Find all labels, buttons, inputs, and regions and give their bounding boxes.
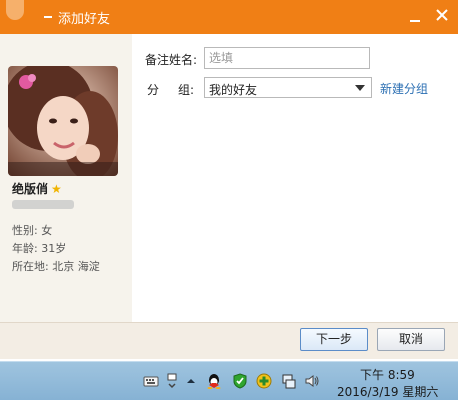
avatar bbox=[8, 66, 118, 176]
qq-tray-icon[interactable] bbox=[206, 373, 222, 389]
group-label-second: 组: bbox=[178, 83, 195, 97]
network-icon[interactable] bbox=[281, 373, 297, 389]
blurred-account-number bbox=[12, 200, 74, 209]
group-select-value: 我的好友 bbox=[209, 83, 258, 97]
profile-name: 绝版俏 bbox=[12, 182, 49, 196]
remark-input[interactable] bbox=[204, 47, 370, 69]
new-group-link[interactable]: 新建分组 bbox=[380, 80, 428, 97]
age-info: 年龄: 31岁 bbox=[12, 242, 67, 255]
title-bar: 添加好友 bbox=[0, 0, 458, 34]
star-icon: ★ bbox=[51, 182, 62, 196]
title-separator bbox=[44, 16, 52, 18]
profile-panel: 绝版俏 ★ 性别: 女 年龄: 31岁 所在地: 北京 海淀 bbox=[0, 34, 132, 324]
minimize-icon bbox=[410, 20, 420, 22]
keyboard-icon[interactable] bbox=[143, 373, 159, 389]
shield-icon[interactable] bbox=[232, 373, 248, 389]
close-button[interactable] bbox=[430, 3, 454, 27]
dropdown-arrow-icon bbox=[355, 85, 365, 91]
plus-badge-icon[interactable] bbox=[256, 373, 272, 389]
next-button[interactable]: 下一步 bbox=[300, 328, 368, 351]
taskbar-date[interactable]: 2016/3/19 星期六 bbox=[337, 383, 438, 400]
volume-icon[interactable] bbox=[304, 373, 320, 389]
language-bar-icon[interactable] bbox=[166, 373, 178, 389]
cancel-button[interactable]: 取消 bbox=[377, 328, 445, 351]
close-icon bbox=[436, 9, 448, 21]
minimize-button[interactable] bbox=[403, 3, 427, 27]
show-hidden-icons-icon[interactable] bbox=[186, 373, 196, 389]
location-info: 所在地: 北京 海淀 bbox=[12, 260, 100, 273]
group-label-first: 分 bbox=[147, 83, 160, 97]
gender-info: 性别: 女 bbox=[12, 224, 53, 237]
remark-label: 备注姓名: bbox=[145, 53, 198, 67]
name-row: 绝版俏 ★ bbox=[12, 180, 62, 196]
qq-logo-icon bbox=[6, 0, 24, 20]
window-title: 添加好友 bbox=[58, 12, 111, 27]
taskbar-time[interactable]: 下午 8:59 bbox=[360, 366, 415, 383]
group-select[interactable]: 我的好友 bbox=[204, 77, 372, 98]
